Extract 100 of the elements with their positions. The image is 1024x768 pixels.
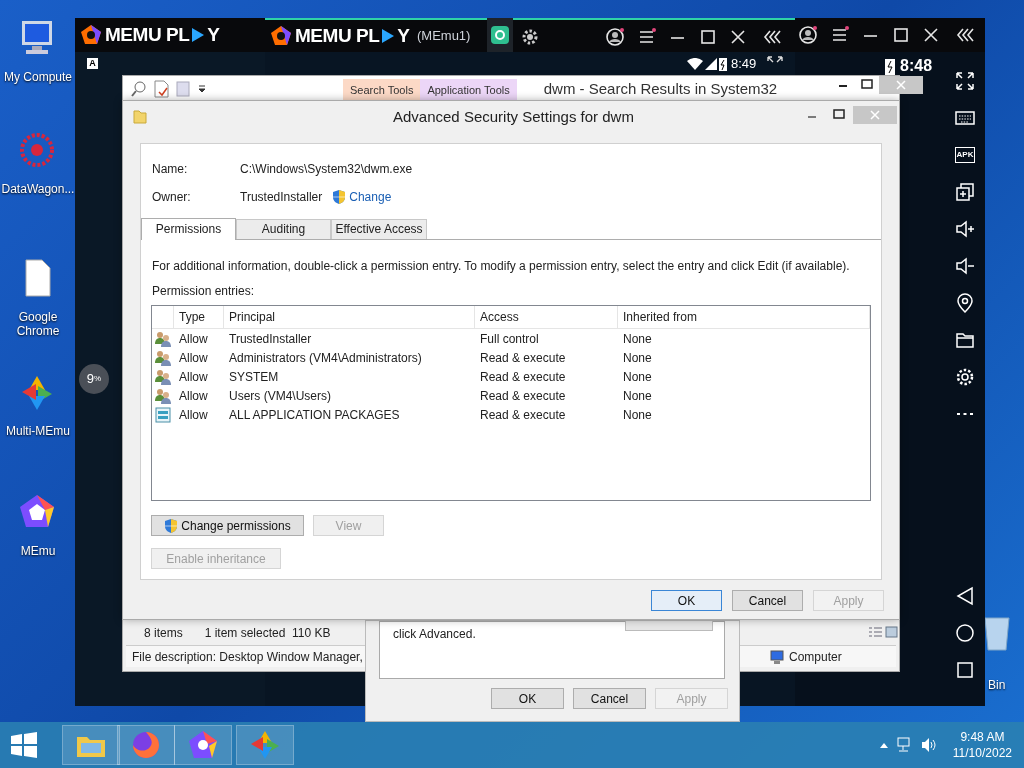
column-header[interactable]: Principal [224, 306, 475, 328]
table-cell-text: ALL APPLICATION PACKAGES [228, 406, 401, 424]
table-cell-text: None [622, 368, 653, 386]
field-value: TrustedInstaller [240, 189, 323, 206]
table-cell-text: Read & execute [479, 387, 567, 405]
instruction-text: For additional information, double-click a permission entry. To modify a permission entry, select the entry and click Edit (if available). [152, 258, 850, 275]
close-icon [870, 110, 880, 120]
status-clock: 8:48 [900, 56, 933, 76]
table-cell-text: Full control [479, 330, 540, 348]
desktop-icon-label[interactable]: My Compute [0, 70, 76, 84]
package-icon [155, 406, 171, 423]
window-title: dwm - Search Results in System32 [543, 79, 778, 99]
multi-window-icon[interactable] [955, 181, 975, 202]
table-cell-text: None [622, 406, 653, 424]
table-cell-text: Read & execute [479, 349, 567, 367]
firefox-icon [130, 729, 162, 761]
tab[interactable]: Permissions [141, 218, 236, 240]
logo-text: MEMU PL [295, 23, 380, 48]
search-icon[interactable] [131, 80, 147, 97]
desktop-icon-label[interactable]: DataWagon... [0, 182, 76, 196]
table-cell-text: Read & execute [479, 406, 567, 424]
field-label: Name: [152, 161, 189, 178]
network-icon[interactable] [896, 737, 913, 753]
users-icon [155, 387, 171, 404]
desktop-icon-label[interactable]: Google Chrome [0, 310, 76, 338]
volume-icon[interactable] [920, 737, 937, 753]
tab[interactable]: Auditing [236, 219, 331, 239]
signal-icon [705, 57, 717, 70]
play-icon [382, 29, 395, 43]
ribbon-tab[interactable]: Search Tools [343, 79, 421, 101]
dialog-button[interactable]: OK [491, 688, 564, 709]
pentagon-logo-icon [270, 25, 292, 47]
field-value: C:\Windows\System32\dwm.exe [240, 161, 413, 178]
chevron-up-icon[interactable] [878, 741, 889, 749]
file-description: File description: Desktop Window Manager, [132, 649, 363, 666]
apk-button[interactable]: APK [954, 146, 976, 163]
field-label: Owner: [152, 189, 192, 206]
taskbar-app-button[interactable] [174, 725, 232, 765]
window-title: Advanced Security Settings for dwm [393, 107, 634, 127]
battery-icon [719, 56, 727, 71]
dialog-button[interactable]: Cancel [732, 590, 803, 611]
table-cell-text: TrustedInstaller [228, 330, 313, 348]
dropdown-icon[interactable] [197, 83, 207, 94]
maximize-icon[interactable] [891, 25, 911, 45]
table-cell-text: Allow [178, 406, 209, 424]
clock-time[interactable]: 9:48 AM [960, 729, 1005, 745]
shield-icon [164, 517, 179, 534]
key-hint-badge: A [87, 58, 98, 69]
shield-icon [332, 189, 347, 205]
avatar-icon[interactable] [605, 27, 625, 47]
home-icon[interactable] [955, 623, 975, 643]
dialog-button[interactable]: Cancel [573, 688, 646, 709]
table-cell-text: Administrators (VM4\Administrators) [228, 349, 423, 367]
volume-down-icon[interactable] [955, 255, 975, 276]
column-header[interactable]: Inherited from [618, 306, 870, 328]
location-label: Computer [789, 649, 842, 666]
desktop-icon-label[interactable]: Bin [988, 676, 1006, 694]
maximize-icon[interactable] [698, 27, 718, 47]
play-icon [192, 28, 205, 42]
ribbon-tab[interactable]: Application Tools [420, 79, 517, 101]
expand-icon[interactable] [955, 70, 975, 91]
users-icon [155, 330, 171, 347]
volume-up-icon[interactable] [955, 218, 975, 239]
folder-icon [133, 108, 147, 124]
item-count: 8 items [144, 625, 183, 642]
table-cell-text: Allow [178, 387, 209, 405]
instance-name: (MEmu1) [416, 27, 471, 46]
recents-icon[interactable] [955, 660, 975, 680]
change-owner-link[interactable]: Change [332, 188, 392, 206]
desktop-icon-label[interactable]: MEmu [0, 544, 76, 558]
table-cell-text: Allow [178, 368, 209, 386]
table-cell-text: None [622, 349, 653, 367]
location-pin-icon[interactable] [955, 292, 975, 313]
dialog-button[interactable]: OK [651, 590, 722, 611]
settings-icon[interactable] [520, 27, 540, 47]
clock-date[interactable]: 11/10/2022 [952, 745, 1012, 761]
start-icon[interactable] [10, 732, 38, 758]
taskbar-app-button[interactable] [117, 725, 175, 765]
avatar-icon[interactable] [798, 25, 818, 45]
computer-icon [769, 649, 785, 665]
back-icon[interactable] [955, 586, 975, 606]
pinwheel-icon [249, 729, 281, 761]
view-toggle-icon[interactable] [868, 626, 898, 638]
selection-info: 1 item selected 110 KB [204, 625, 331, 642]
table-cell-text: Users (VM4\Users) [228, 387, 332, 405]
table-cell-text: Allow [178, 330, 209, 348]
desktop-icon-label[interactable]: Multi-MEmu [0, 424, 76, 438]
settings-icon[interactable] [955, 366, 975, 387]
logo-text: Y [207, 22, 220, 47]
column-header[interactable]: Type [174, 306, 224, 328]
table-cell-text: None [622, 330, 653, 348]
table-cell-text: None [622, 387, 653, 405]
column-header[interactable]: Access [475, 306, 618, 328]
app-icon[interactable] [491, 26, 509, 44]
wifi-icon [687, 57, 703, 70]
section-label: Permission entries: [152, 283, 255, 300]
action-button[interactable]: Change permissions [151, 515, 304, 536]
properties-icon[interactable] [153, 79, 169, 98]
users-icon [155, 368, 171, 385]
tab[interactable]: Effective Access [331, 219, 427, 239]
